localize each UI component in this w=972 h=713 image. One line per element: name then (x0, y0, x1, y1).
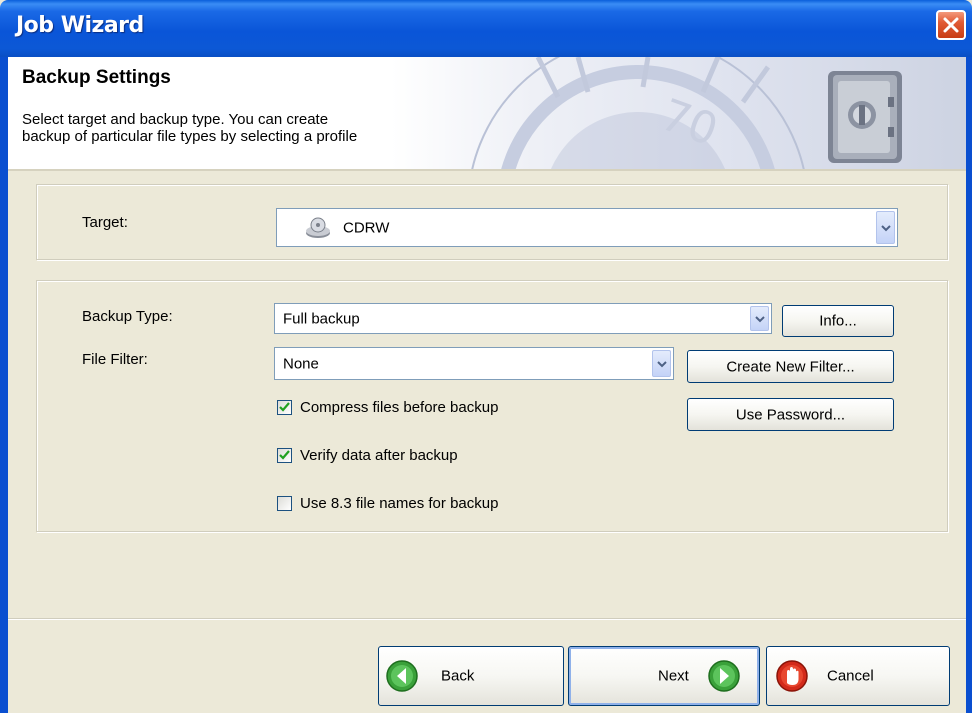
file-filter-dropdown-button[interactable] (652, 350, 671, 377)
cancel-button-label: Cancel (827, 667, 874, 685)
target-value: CDRW (343, 219, 390, 236)
short-file-names-checkbox[interactable]: Use 8.3 file names for backup (277, 494, 577, 514)
back-button-label: Back (441, 667, 475, 685)
backup-type-value: Full backup (283, 310, 360, 327)
next-button-label: Next (658, 667, 689, 685)
target-dropdown-button[interactable] (876, 211, 895, 244)
job-wizard-window: Job Wizard 70 Backup Settings Select tar… (0, 0, 972, 713)
verify-data-label: Verify data after backup (300, 447, 458, 464)
checkmark-icon (279, 450, 290, 460)
chevron-down-icon (755, 315, 765, 322)
cd-drive-icon (306, 217, 330, 238)
file-filter-value: None (283, 355, 319, 372)
checkbox-box (277, 496, 292, 511)
verify-data-checkbox[interactable]: Verify data after backup (277, 446, 577, 466)
window-frame-right (966, 57, 972, 713)
backup-type-combobox[interactable]: Full backup (274, 303, 772, 334)
next-arrow-icon (708, 660, 740, 692)
target-label: Target: (82, 214, 128, 231)
page-title: Backup Settings (22, 67, 171, 88)
info-button-label: Info... (819, 312, 857, 330)
back-button[interactable]: Back (378, 646, 564, 706)
chevron-down-icon (881, 224, 891, 231)
footer-divider (8, 618, 966, 620)
cancel-button[interactable]: Cancel (766, 646, 950, 706)
use-password-label: Use Password... (735, 406, 846, 423)
page-description-line1: Select target and backup type. You can c… (22, 111, 329, 128)
back-arrow-icon (386, 660, 418, 692)
safe-icon (828, 71, 902, 163)
backup-type-label: Backup Type: (82, 308, 173, 325)
checkmark-icon (279, 402, 290, 412)
header-dial-art: 70 (471, 57, 902, 169)
page-description: Select target and backup type. You can c… (22, 111, 462, 145)
use-password-button[interactable]: Use Password... (687, 398, 894, 431)
file-filter-label: File Filter: (82, 351, 148, 368)
create-new-filter-label: Create New Filter... (726, 358, 855, 375)
window-frame-left (0, 57, 8, 713)
backup-type-dropdown-button[interactable] (750, 306, 769, 331)
close-button[interactable] (936, 10, 966, 40)
checkbox-box (277, 400, 292, 415)
window-title: Job Wizard (16, 13, 144, 38)
close-icon (943, 17, 959, 33)
compress-files-label: Compress files before backup (300, 399, 499, 416)
page-description-line2: backup of particular file types by selec… (22, 128, 358, 145)
info-button[interactable]: Info... (782, 305, 894, 337)
checkbox-box (277, 448, 292, 463)
file-filter-combobox[interactable]: None (274, 347, 674, 380)
stop-hand-icon (776, 660, 808, 692)
short-file-names-label: Use 8.3 file names for backup (300, 495, 499, 512)
create-new-filter-button[interactable]: Create New Filter... (687, 350, 894, 383)
target-combobox[interactable]: CDRW (276, 208, 898, 247)
chevron-down-icon (657, 360, 667, 367)
next-button[interactable]: Next (568, 646, 760, 706)
title-bar[interactable]: Job Wizard (0, 0, 972, 57)
wizard-header: 70 Backup Settings Select target and bac… (8, 57, 966, 171)
compress-files-checkbox[interactable]: Compress files before backup (277, 398, 577, 418)
